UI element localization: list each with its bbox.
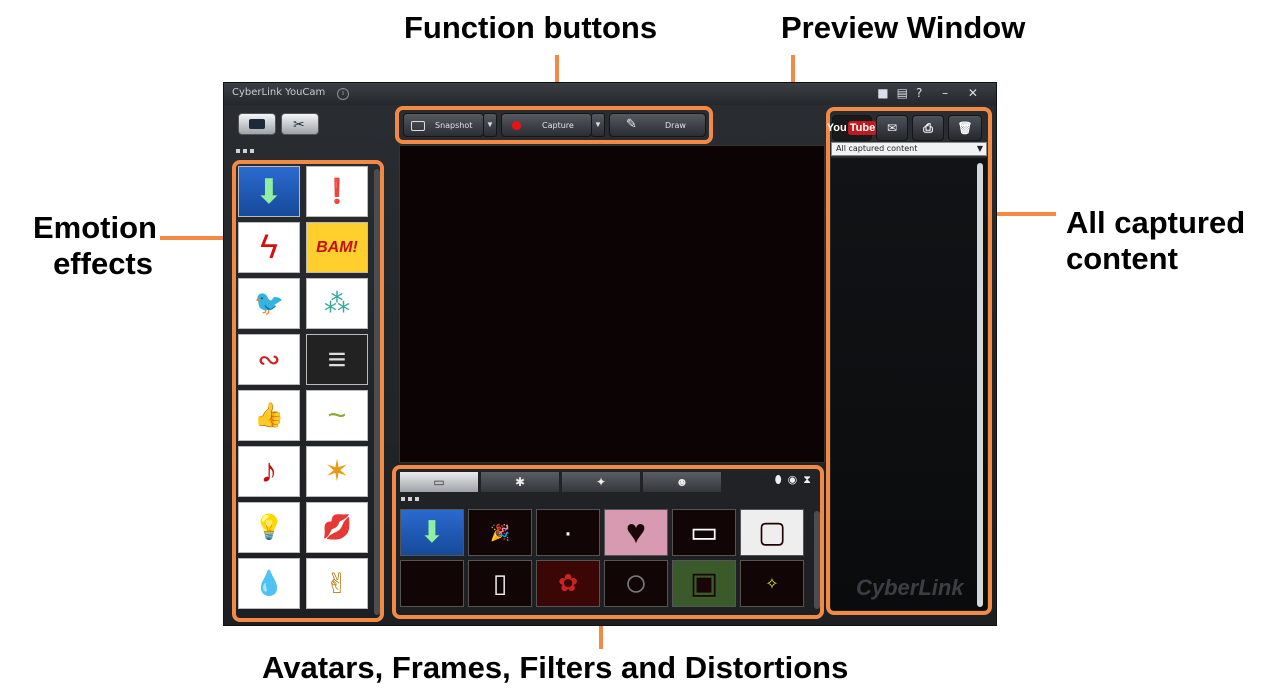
title-bar: CyberLink YouCam i ■▤? – ✕	[224, 83, 996, 105]
emotion-effect-item[interactable]: 💡	[238, 502, 300, 553]
hourglass-icon[interactable]: ⧗	[803, 474, 817, 486]
avatars-frames-callout: Avatars, Frames, Filters and Distortions	[262, 650, 849, 685]
captured-line1: All captured	[1066, 205, 1246, 240]
wrench-icon: ✂	[293, 116, 305, 132]
record-icon	[512, 121, 521, 130]
frames-tab-icon: ✱	[514, 475, 526, 489]
clock-icon[interactable]: ◉	[788, 474, 804, 486]
captured-line2: content	[1066, 240, 1178, 276]
emotion-effect-item[interactable]: ~	[306, 390, 368, 441]
effect-thumb[interactable]	[400, 560, 464, 607]
email-button[interactable]: ✉	[876, 115, 908, 141]
print-button[interactable]: ⎙	[912, 115, 944, 141]
emotion-effect-item[interactable]: 💧	[238, 558, 300, 609]
youtube-tube: Tube	[847, 121, 878, 135]
emotion-effect-item[interactable]: ✶	[306, 446, 368, 497]
tray-scrollbar[interactable]	[814, 511, 820, 609]
effects-thumbnails: ⬇ 🎉 · ♥ ▭ ▢ ▯ ✿ ○ ▣ ✧	[400, 509, 810, 611]
app-title: CyberLink YouCam	[232, 87, 326, 98]
draw-label: Draw	[665, 120, 686, 130]
emotion-effect-item[interactable]: 🐦	[238, 278, 300, 329]
window-control-labels[interactable]: ? – ✕	[916, 86, 986, 100]
emotion-effects-line2: effects	[53, 245, 153, 281]
dropdown-value: All captured content	[836, 144, 918, 153]
tab-avatars[interactable]: ▭	[399, 471, 479, 493]
effect-thumb[interactable]: ⬇	[400, 509, 464, 556]
youtube-you: You	[826, 122, 847, 134]
emotion-effect-item[interactable]: ⬇	[238, 166, 300, 217]
tab-frames[interactable]: ✱	[480, 471, 560, 493]
chevron-down-icon: ▼	[976, 144, 983, 153]
effect-thumb[interactable]: ✧	[740, 560, 804, 607]
effect-thumb[interactable]: ▭	[672, 509, 736, 556]
emotion-panel-grip[interactable]	[236, 149, 254, 153]
capture-button[interactable]: Capture	[501, 113, 592, 137]
tab-filters[interactable]: ✦	[561, 471, 641, 493]
capture-label: Capture	[542, 120, 574, 130]
tools-button[interactable]: ✂	[281, 113, 319, 135]
cyberlink-watermark: CyberLink	[856, 575, 964, 600]
snapshot-label: Snapshot	[435, 120, 473, 130]
youcam-window: CyberLink YouCam i ■▤? – ✕ ✂ ⬇ ❗ ϟ BAM! …	[223, 82, 997, 626]
captured-content-list[interactable]	[831, 158, 987, 610]
emotion-effect-item[interactable]: BAM!	[306, 222, 368, 273]
emotion-effects-line1: Emotion	[33, 210, 157, 245]
help-menu-icon[interactable]: ▤	[897, 86, 916, 100]
info-icon[interactable]: i	[337, 88, 349, 100]
function-buttons-callout: Function buttons	[404, 10, 658, 45]
emotion-effect-item[interactable]: 💋	[306, 502, 368, 553]
emotion-effect-item[interactable]: ✌	[306, 558, 368, 609]
filters-tab-icon: ✦	[595, 475, 607, 489]
captured-content-callout: All captured content	[1066, 205, 1245, 276]
effect-thumb[interactable]: ✿	[536, 560, 600, 607]
snapshot-dropdown-button[interactable]: ▼	[483, 113, 497, 137]
settings-icon[interactable]: ■	[877, 86, 896, 100]
snapshot-button[interactable]: Snapshot	[403, 113, 484, 137]
captured-scrollbar[interactable]	[977, 163, 983, 607]
pencil-icon: ✎	[626, 117, 637, 132]
tray-tools: ⬮◉⧗	[775, 473, 817, 487]
emotion-effect-item[interactable]: ♪	[238, 446, 300, 497]
trash-icon: 🗑	[957, 121, 973, 135]
emotion-effect-item[interactable]: ∾	[238, 334, 300, 385]
eraser-icon[interactable]: ⬮	[775, 474, 788, 486]
tab-distortions[interactable]: ☻	[642, 471, 722, 493]
capture-dropdown-button[interactable]: ▼	[591, 113, 605, 137]
effects-tabs: ▭ ✱ ✦ ☻ ⬮◉⧗	[399, 471, 823, 493]
effect-thumb[interactable]: ♥	[604, 509, 668, 556]
youtube-upload-button[interactable]: You Tube	[827, 115, 878, 141]
effect-thumb[interactable]: ·	[536, 509, 600, 556]
delete-button[interactable]: 🗑	[948, 115, 982, 141]
avatar-tab-icon: ▭	[433, 475, 445, 489]
effect-thumb[interactable]: ▢	[740, 509, 804, 556]
tray-grip[interactable]	[401, 497, 419, 501]
emotion-effect-item[interactable]: ϟ	[238, 222, 300, 273]
emotion-effect-item[interactable]: ❗	[306, 166, 368, 217]
emotion-effect-item[interactable]: 👍	[238, 390, 300, 441]
effect-thumb[interactable]: ▣	[672, 560, 736, 607]
emotion-scrollbar[interactable]	[374, 169, 380, 615]
camera-icon	[249, 119, 265, 129]
captured-content-dropdown[interactable]: All captured content ▼	[831, 142, 987, 156]
printer-icon: ⎙	[923, 120, 933, 135]
camera-settings-button[interactable]	[238, 113, 276, 135]
window-controls[interactable]: ■▤? – ✕	[877, 86, 986, 100]
preview-window-callout: Preview Window	[781, 10, 1026, 45]
effect-thumb[interactable]: ▯	[468, 560, 532, 607]
draw-button[interactable]: ✎ Draw	[609, 113, 706, 137]
emotion-effect-item[interactable]: ≡	[306, 334, 368, 385]
emotion-effects-line	[160, 236, 230, 240]
emotion-effects-callout: Emotion effects	[33, 210, 157, 281]
emotion-effect-item[interactable]: ⁂	[306, 278, 368, 329]
captured-content-line	[988, 212, 1056, 216]
effect-thumb[interactable]: 🎉	[468, 509, 532, 556]
effect-thumb[interactable]: ○	[604, 560, 668, 607]
distortions-tab-icon: ☻	[675, 475, 689, 489]
camera-icon	[411, 121, 425, 131]
preview-window	[399, 145, 825, 463]
envelope-icon: ✉	[886, 121, 898, 135]
